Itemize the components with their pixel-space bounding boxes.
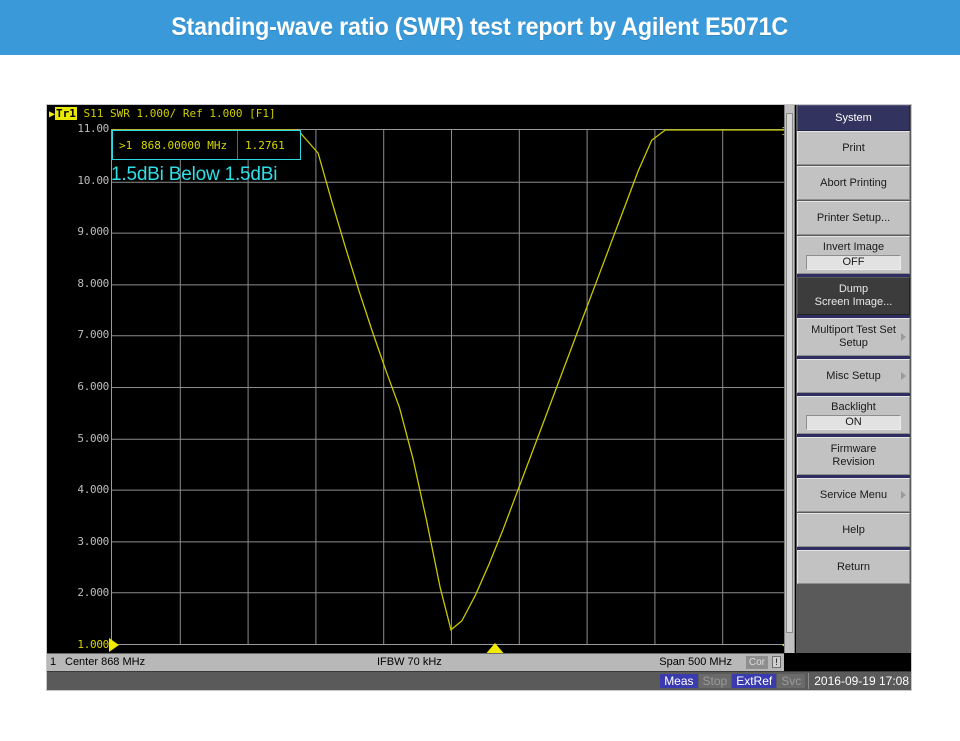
chevron-right-icon	[901, 491, 906, 499]
softkey-label: Printer Setup...	[816, 211, 891, 224]
softkey-label: Setup	[839, 337, 868, 349]
softkey-label: Abort Printing	[820, 176, 887, 189]
trace-svg	[112, 129, 784, 644]
system-datetime: 2016-09-19 17:08	[808, 673, 909, 689]
trace-title-row[interactable]: ▶Tr1 S11 SWR 1.000/ Ref 1.000 [F1]	[49, 107, 276, 121]
swr-trace-line	[112, 129, 784, 631]
span-readout[interactable]: Span 500 MHz	[659, 656, 732, 668]
graph-panel[interactable]: ▶Tr1 S11 SWR 1.000/ Ref 1.000 [F1] 11.00…	[47, 105, 784, 653]
status-chip-stop: Stop	[698, 674, 732, 688]
softkey-label: Multiport Test Set	[811, 324, 896, 336]
softkey-label: Dump	[838, 283, 869, 295]
y-axis-tick-label: 9.000	[77, 225, 109, 239]
marker-readout-box[interactable]: >1 868.00000 MHz 1.2761	[112, 130, 301, 160]
softkey-return[interactable]: Return	[797, 550, 910, 584]
marker-readout-value: 1.2761	[245, 138, 285, 152]
softkey-label: Misc Setup	[826, 369, 881, 382]
softkey-value[interactable]: ON	[806, 414, 901, 430]
ifbw-readout[interactable]: IFBW 70 kHz	[377, 656, 442, 668]
center-frequency-readout[interactable]: Center 868 MHz	[65, 656, 145, 668]
status-chip-svc: Svc	[777, 674, 806, 688]
softkey-label: Service Menu	[819, 488, 888, 501]
status-indicator-group: Meas Stop ExtRef Svc	[660, 673, 806, 689]
trace-badge[interactable]: Tr1	[55, 107, 77, 120]
softkey-invert-image[interactable]: Invert Image OFF	[797, 236, 910, 274]
marker-position-bottom-icon[interactable]	[484, 643, 506, 653]
softkey-list[interactable]: Print Abort Printing Printer Setup... Inver…	[796, 131, 911, 584]
softkey-backlight[interactable]: Backlight ON	[797, 396, 910, 434]
plot-area[interactable]	[111, 129, 784, 645]
chevron-right-icon	[901, 333, 906, 341]
y-axis-tick-label: 8.000	[77, 276, 109, 290]
softkey-label: Invert Image	[822, 240, 885, 253]
marker-readout-divider	[237, 131, 238, 159]
softkey-value[interactable]: OFF	[806, 254, 901, 270]
softkey-service-menu[interactable]: Service Menu	[797, 478, 910, 512]
y-axis-tick-label: 4.000	[77, 483, 109, 497]
status-bar: Meas Stop ExtRef Svc 2016-09-19 17:08	[47, 671, 911, 690]
vna-screen: ▶Tr1 S11 SWR 1.000/ Ref 1.000 [F1] 11.00…	[46, 104, 912, 691]
softkey-scrollbar-thumb[interactable]	[786, 113, 793, 633]
reference-level-left-icon	[109, 638, 119, 652]
softkey-printer-setup[interactable]: Printer Setup...	[797, 201, 910, 235]
softkey-menu[interactable]: System Print Abort Printing Printer Setup.…	[796, 105, 911, 653]
y-axis-tick-label: 11.00	[77, 122, 109, 135]
marker-readout-frequency: 868.00000 MHz	[141, 138, 228, 152]
correction-indicator: Cor	[745, 656, 768, 669]
chevron-right-icon	[901, 372, 906, 380]
trace-format-text: S11 SWR 1.000/ Ref 1.000 [F1]	[83, 107, 276, 120]
softkey-dump-screen-image[interactable]: Dump Screen Image...	[797, 277, 910, 315]
channel-info-bar[interactable]: 1 Center 868 MHz IFBW 70 kHz Span 500 MH…	[47, 653, 784, 671]
softkey-scrollbar[interactable]	[784, 105, 795, 653]
softkey-misc-setup[interactable]: Misc Setup	[797, 359, 910, 393]
channel-number: 1	[50, 656, 57, 668]
status-chip-meas: Meas	[660, 674, 698, 688]
y-axis-tick-label: 10.00	[77, 173, 109, 187]
softkey-label: Revision	[832, 456, 875, 468]
uncal-warning-indicator: !	[772, 656, 781, 668]
y-axis-labels: 11.00 10.00 9.000 8.000 7.000 6.000 5.000 4.000…	[47, 123, 109, 650]
grid-lines	[112, 130, 784, 644]
softkey-abort-printing[interactable]: Abort Printing	[797, 166, 910, 200]
softkey-firmware-revision[interactable]: Firmware Revision	[797, 437, 910, 475]
softkey-label: Screen Image...	[814, 296, 893, 308]
softkey-label: Help	[842, 523, 865, 536]
softkey-label: Firmware	[830, 443, 877, 455]
marker-readout-number: >1	[119, 138, 133, 152]
y-axis-tick-label: 6.000	[77, 380, 109, 393]
y-axis-tick-label: 3.000	[77, 534, 109, 548]
softkey-label: Backlight	[831, 400, 876, 413]
annotation-note: 1.5dBi Below 1.5dBi	[111, 164, 278, 185]
softkey-help[interactable]: Help	[797, 513, 910, 547]
softkey-print[interactable]: Print	[797, 131, 910, 165]
softkey-multiport-test-set-setup[interactable]: Multiport Test Set Setup	[797, 318, 910, 356]
y-axis-tick-label: 7.000	[77, 328, 109, 342]
softkey-menu-header: System	[797, 105, 910, 131]
y-axis-tick-label: 1.000	[77, 638, 109, 651]
softkey-label: Print	[842, 141, 865, 154]
page-header-banner: Standing-wave ratio (SWR) test report by…	[0, 0, 960, 55]
status-chip-extref: ExtRef	[732, 674, 777, 688]
page-title: Standing-wave ratio (SWR) test report by…	[171, 13, 789, 41]
y-axis-tick-label: 2.000	[77, 586, 109, 600]
softkey-label: Return	[836, 560, 871, 573]
y-axis-tick-label: 5.000	[77, 431, 109, 445]
